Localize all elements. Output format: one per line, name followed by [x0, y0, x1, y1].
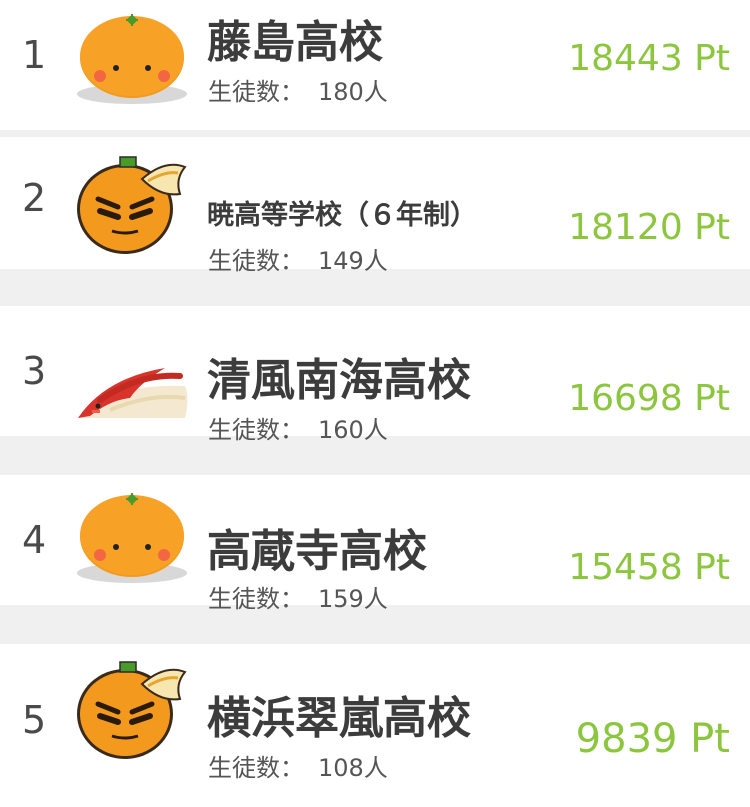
- student-count-label: 生徒数：: [208, 754, 304, 782]
- smiling-mikan-icon: [70, 6, 195, 116]
- school-name: 清風南海高校: [207, 355, 471, 406]
- student-count-value: 108人: [318, 754, 388, 782]
- points-value: 18120 Pt: [568, 207, 730, 248]
- school-name: 暁高等学校（６年制）: [207, 200, 477, 231]
- points-value: 15458 Pt: [568, 547, 730, 588]
- rank-number: 3: [22, 349, 47, 393]
- student-count-label: 生徒数：: [208, 585, 304, 613]
- school-name: 藤島高校: [207, 17, 383, 68]
- student-count-value: 180人: [318, 78, 388, 106]
- student-count-value: 149人: [318, 247, 388, 275]
- student-count-label: 生徒数：: [208, 78, 304, 106]
- student-count-label: 生徒数：: [208, 416, 304, 444]
- rank-number: 5: [22, 697, 47, 742]
- ranking-row[interactable]: 2 暁高等学校（６年制） 生徒数： 149人 18120 Pt: [0, 137, 750, 275]
- points-value: 9839 Pt: [575, 716, 730, 762]
- student-count: 生徒数： 108人: [208, 748, 388, 783]
- school-name: 高蔵寺高校: [207, 526, 427, 577]
- rank-number: 4: [22, 518, 47, 562]
- ranking-list: 1 藤島高校 生徒数： 180人 18443 Pt 2 暁高等学校（６年制） 生…: [0, 0, 750, 807]
- student-count: 生徒数： 180人: [208, 72, 388, 107]
- red-crest-bird-icon: [70, 338, 195, 448]
- student-count: 生徒数： 149人: [208, 241, 388, 276]
- points-value: 16698 Pt: [568, 378, 730, 419]
- student-count: 生徒数： 159人: [208, 579, 388, 614]
- ranking-row[interactable]: 3 清風南海高校 生徒数： 160人 16698 Pt: [0, 306, 750, 444]
- student-count: 生徒数： 160人: [208, 410, 388, 445]
- school-name: 横浜翠嵐高校: [207, 693, 471, 744]
- ranking-row[interactable]: 5 横浜翠嵐高校 生徒数： 108人 9839 Pt: [0, 644, 750, 807]
- rank-number: 2: [22, 176, 47, 220]
- smiling-mikan-icon: [70, 485, 195, 595]
- student-count-value: 159人: [318, 585, 388, 613]
- angry-mikan-icon: [70, 654, 195, 764]
- ranking-row[interactable]: 1 藤島高校 生徒数： 180人 18443 Pt: [0, 0, 750, 130]
- student-count-label: 生徒数：: [208, 247, 304, 275]
- ranking-row[interactable]: 4 高蔵寺高校 生徒数： 159人 15458 Pt: [0, 475, 750, 613]
- rank-number: 1: [22, 33, 47, 77]
- angry-mikan-icon: [70, 149, 195, 259]
- points-value: 18443 Pt: [568, 38, 730, 79]
- student-count-value: 160人: [318, 416, 388, 444]
